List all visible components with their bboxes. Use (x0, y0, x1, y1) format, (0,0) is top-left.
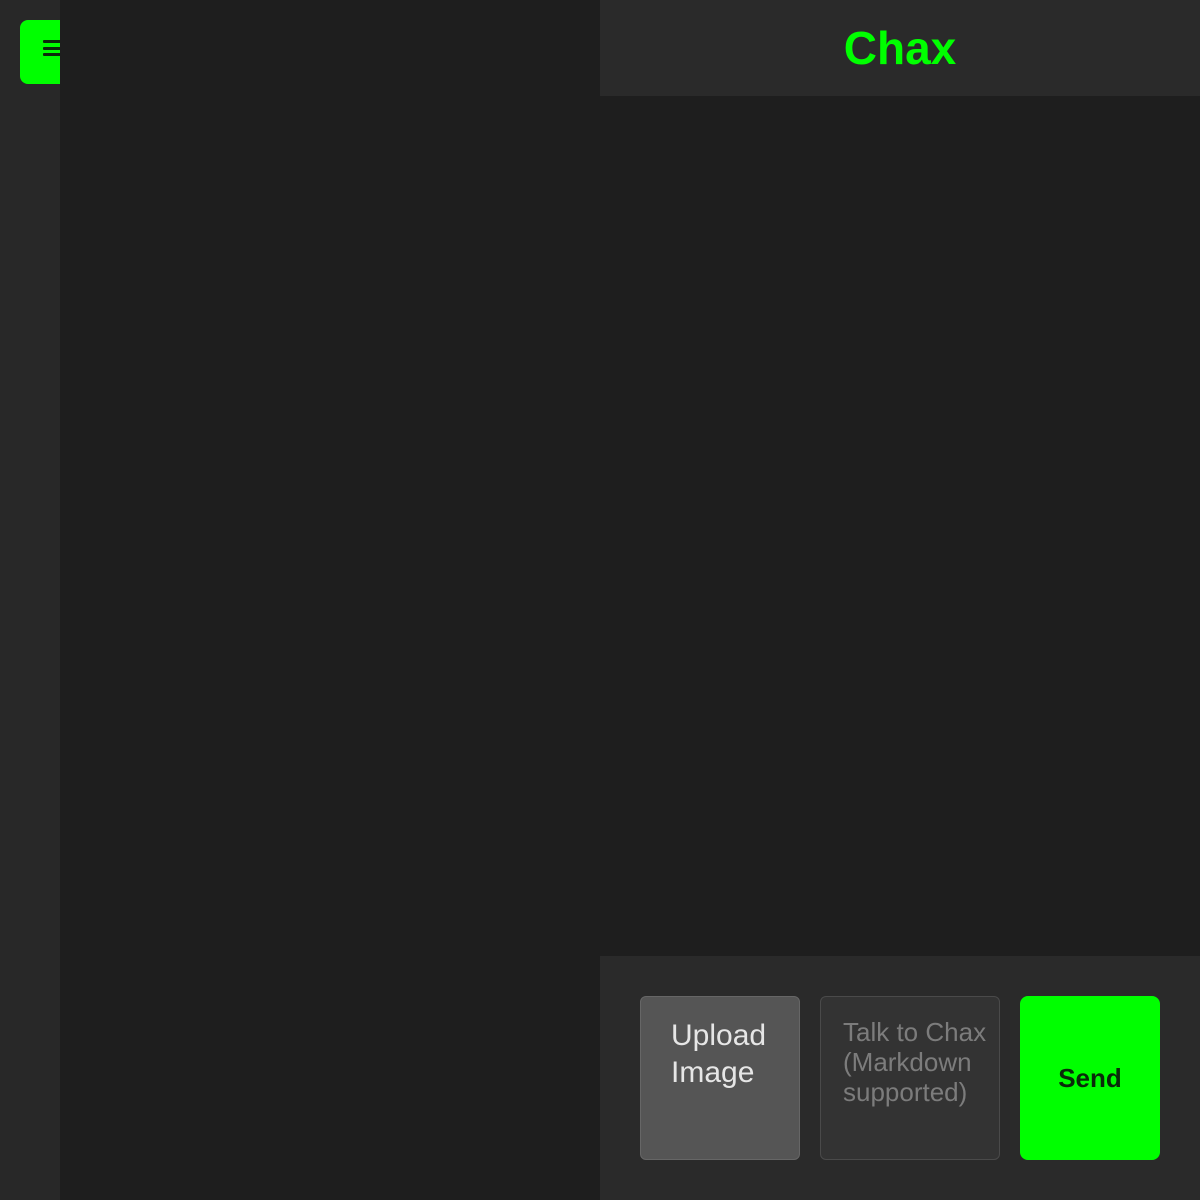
message-input[interactable] (820, 996, 1000, 1160)
chat-panel: Chax Upload Image Send (600, 0, 1200, 1200)
sidebar-content-area (60, 0, 600, 1200)
chat-header: Chax (600, 0, 1200, 96)
send-button[interactable]: Send (1020, 996, 1160, 1160)
upload-image-button[interactable]: Upload Image (640, 996, 800, 1160)
sidebar-rail (0, 0, 60, 1200)
message-list[interactable] (600, 96, 1200, 956)
app-root: Chax Upload Image Send (0, 0, 1200, 1200)
message-composer: Upload Image Send (600, 956, 1200, 1200)
app-title: Chax (843, 22, 957, 74)
